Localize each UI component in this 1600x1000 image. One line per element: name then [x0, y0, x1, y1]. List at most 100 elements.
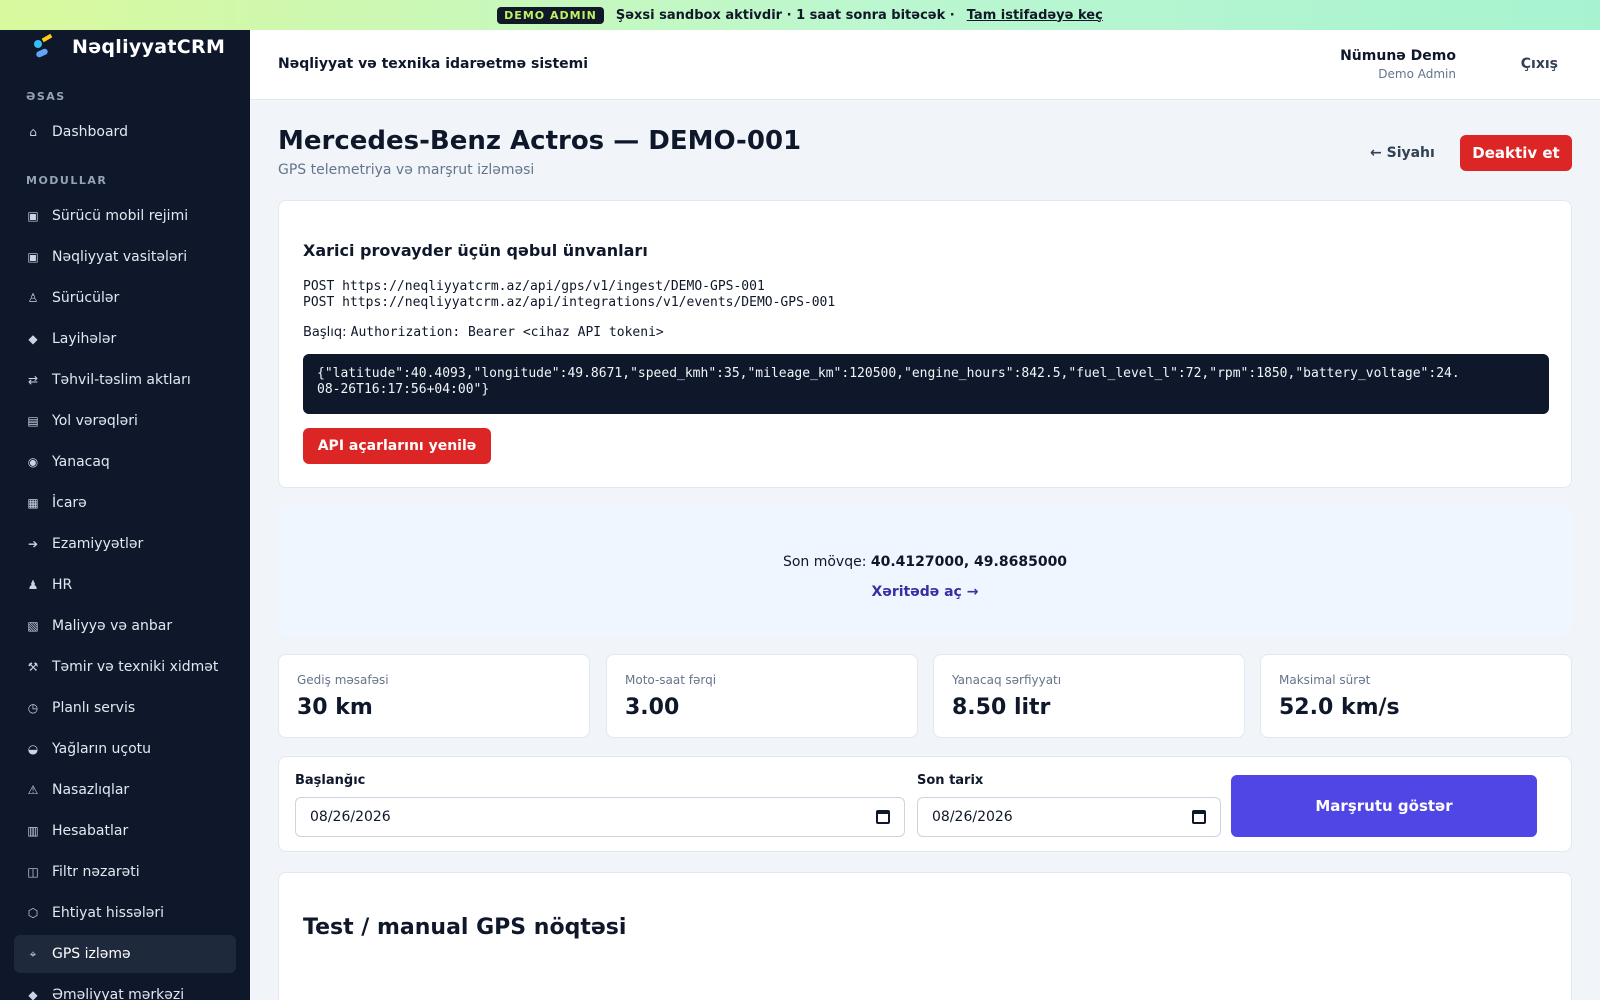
stat-value: 3.00: [625, 695, 680, 720]
sidebar: NəqliyyatCRM ƏSAS ⌂ Dashboard MODULLAR ▣…: [0, 30, 250, 1000]
square-icon: ▣: [27, 209, 39, 223]
demo-banner: DEMO ADMIN Şəxsi sandbox aktivdir · 1 sa…: [0, 0, 1600, 30]
start-date-input[interactable]: 08/26/2026: [295, 797, 905, 837]
payload-line-2: 08-26T16:17:56+04:00"}: [317, 382, 490, 397]
stat-card-max-speed: Maksimal sürət 52.0 km/s: [1260, 654, 1572, 738]
show-route-button[interactable]: Marşrutu göstər: [1231, 775, 1537, 837]
end-date-value: 08/26/2026: [932, 809, 1013, 825]
stat-label: Maksimal sürət: [1279, 673, 1371, 687]
sidebar-item-0[interactable]: ▣ Sürücü mobil rejimi: [14, 197, 236, 235]
sidebar-item-2[interactable]: ♙ Sürücülər: [14, 279, 236, 317]
open-map-link[interactable]: Xəritədə aç →: [278, 584, 1572, 600]
drop-icon: ◒: [27, 742, 39, 756]
user-name: Nümunə Demo: [1340, 48, 1456, 64]
route-filter-form: Başlanğıc 08/26/2026 Son tarix 08/26/202…: [278, 756, 1572, 852]
sidebar-item-14[interactable]: ⚠ Nasazlıqlar: [14, 771, 236, 809]
deactivate-button[interactable]: Deaktiv et: [1460, 135, 1572, 171]
last-location-label: Son mövqe:: [782, 554, 867, 570]
payload-line-1: {"latitude":40.4093,"longitude":49.8671,…: [317, 366, 1460, 381]
sidebar-item-11[interactable]: ⚒ Təmir və texniki xidmət: [14, 648, 236, 686]
last-location-coords: 40.4127000, 49.8685000: [870, 554, 1068, 570]
start-date-value: 08/26/2026: [310, 809, 391, 825]
section-label-main: ƏSAS: [26, 90, 66, 103]
sidebar-item-7[interactable]: ▦ İcarə: [14, 484, 236, 522]
sidebar-item-10[interactable]: ▧ Maliyyə və anbar: [14, 607, 236, 645]
warning-icon: ⚠: [27, 783, 39, 797]
back-to-list-link[interactable]: ← Siyahı: [1370, 145, 1435, 161]
events-url: POST https://neqliyyatcrm.az/api/integra…: [303, 295, 836, 310]
diamond-icon: ◆: [28, 332, 38, 346]
last-location-panel: Son mövqe: 40.4127000, 49.8685000 Xəritə…: [278, 506, 1572, 636]
payload-example[interactable]: {"latitude":40.4093,"longitude":49.8671,…: [303, 354, 1549, 414]
stat-card-distance: Gediş məsafəsi 30 km: [278, 654, 590, 738]
arrow-icon: ➔: [27, 537, 39, 551]
calendar-icon[interactable]: [876, 810, 890, 824]
sidebar-item-label: Təmir və texniki xidmət: [52, 659, 219, 675]
tools-icon: ⚒: [27, 660, 39, 674]
stat-card-fuel: Yanacaq sərfiyyatı 8.50 litr: [933, 654, 1245, 738]
grid-icon: ▦: [27, 496, 39, 510]
sidebar-item-label: Maliyyə və anbar: [52, 618, 173, 634]
sidebar-item-label: İcarə: [52, 495, 87, 511]
user-role: Demo Admin: [1378, 67, 1456, 81]
sidebar-item-4[interactable]: ⇄ Təhvil-təslim aktları: [14, 361, 236, 399]
last-location-line: Son mövqe: 40.4127000, 49.8685000: [278, 554, 1572, 570]
demo-badge: DEMO ADMIN: [497, 6, 604, 24]
sidebar-item-label: Yanacaq: [52, 454, 110, 470]
stack-icon: ▧: [27, 619, 39, 633]
diamond-icon: ◆: [28, 988, 38, 1000]
endpoints-title: Xarici provayder üçün qəbul ünvanları: [303, 241, 648, 260]
person-icon: ♙: [27, 291, 39, 305]
list-icon: ▤: [27, 414, 39, 428]
sidebar-item-13[interactable]: ◒ Yağların uçotu: [14, 730, 236, 768]
circle-icon: ◉: [27, 455, 39, 469]
section-label-modules: MODULLAR: [26, 174, 108, 187]
sidebar-item-15[interactable]: ▥ Hesabatlar: [14, 812, 236, 850]
sidebar-item-12[interactable]: ◷ Planlı servis: [14, 689, 236, 727]
end-date-input[interactable]: 08/26/2026: [917, 797, 1221, 837]
sidebar-item-3[interactable]: ◆ Layihələr: [14, 320, 236, 358]
sidebar-item-5[interactable]: ▤ Yol vərəqləri: [14, 402, 236, 440]
endpoints-card: Xarici provayder üçün qəbul ünvanları PO…: [278, 200, 1572, 488]
sidebar-item-label: Təhvil-təslim aktları: [52, 372, 191, 388]
sidebar-item-9[interactable]: ♟ HR: [14, 566, 236, 604]
sidebar-item-8[interactable]: ➔ Ezamiyyətlər: [14, 525, 236, 563]
sidebar-item-label: Ehtiyat hissələri: [52, 905, 165, 921]
auth-header-value: Authorization: Bearer <cihaz API tokeni>: [350, 325, 664, 340]
sidebar-item-dashboard[interactable]: ⌂ Dashboard: [14, 113, 236, 151]
regenerate-api-keys-button[interactable]: API açarlarını yenilə: [303, 428, 491, 464]
sidebar-item-16[interactable]: ◫ Filtr nəzarəti: [14, 853, 236, 891]
full-access-link[interactable]: Tam istifadəyə keç: [967, 8, 1103, 23]
sidebar-item-19[interactable]: ◆ Əməliyyat mərkəzi: [14, 976, 236, 1000]
page-subtitle: GPS telemetriya və marşrut izləməsi: [278, 162, 535, 178]
manual-gps-card: Test / manual GPS nöqtəsi: [278, 872, 1572, 1000]
sidebar-item-label: Sürücü mobil rejimi: [52, 208, 189, 224]
sidebar-item-label: Filtr nəzarəti: [52, 864, 140, 880]
sidebar-item-6[interactable]: ◉ Yanacaq: [14, 443, 236, 481]
swap-icon: ⇄: [27, 373, 39, 387]
logout-button[interactable]: Çıxış: [1521, 56, 1558, 72]
stat-label: Gediş məsafəsi: [297, 673, 389, 687]
sidebar-item-label: Sürücülər: [52, 290, 120, 306]
calendar-icon[interactable]: [1192, 810, 1206, 824]
brand[interactable]: NəqliyyatCRM: [30, 32, 225, 62]
sidebar-item-17[interactable]: ⬡ Ehtiyat hissələri: [14, 894, 236, 932]
user-icon: ♟: [27, 578, 39, 592]
ingest-url: POST https://neqliyyatcrm.az/api/gps/v1/…: [303, 279, 765, 294]
stat-value: 8.50 litr: [952, 695, 1051, 720]
system-title: Nəqliyyat və texnika idarəetmə sistemi: [278, 56, 589, 72]
sidebar-item-1[interactable]: ▣ Nəqliyyat vasitələri: [14, 238, 236, 276]
stat-label: Yanacaq sərfiyyatı: [952, 673, 1062, 687]
topbar: Nəqliyyat və texnika idarəetmə sistemi N…: [250, 30, 1600, 100]
sidebar-item-label: Dashboard: [52, 124, 128, 140]
square-icon: ▣: [27, 250, 39, 264]
sidebar-item-18[interactable]: ⌖ GPS izləmə: [14, 935, 236, 973]
brand-logo-icon: [30, 32, 58, 62]
sidebar-item-label: Nəqliyyat vasitələri: [52, 249, 188, 265]
report-icon: ▥: [27, 824, 39, 838]
page-title: Mercedes-Benz Actros — DEMO-001: [278, 126, 802, 156]
start-date-label: Başlanğıc: [295, 773, 366, 788]
clock-icon: ◷: [27, 701, 39, 715]
end-date-label: Son tarix: [917, 773, 984, 788]
stat-label: Moto-saat fərqi: [625, 673, 717, 687]
